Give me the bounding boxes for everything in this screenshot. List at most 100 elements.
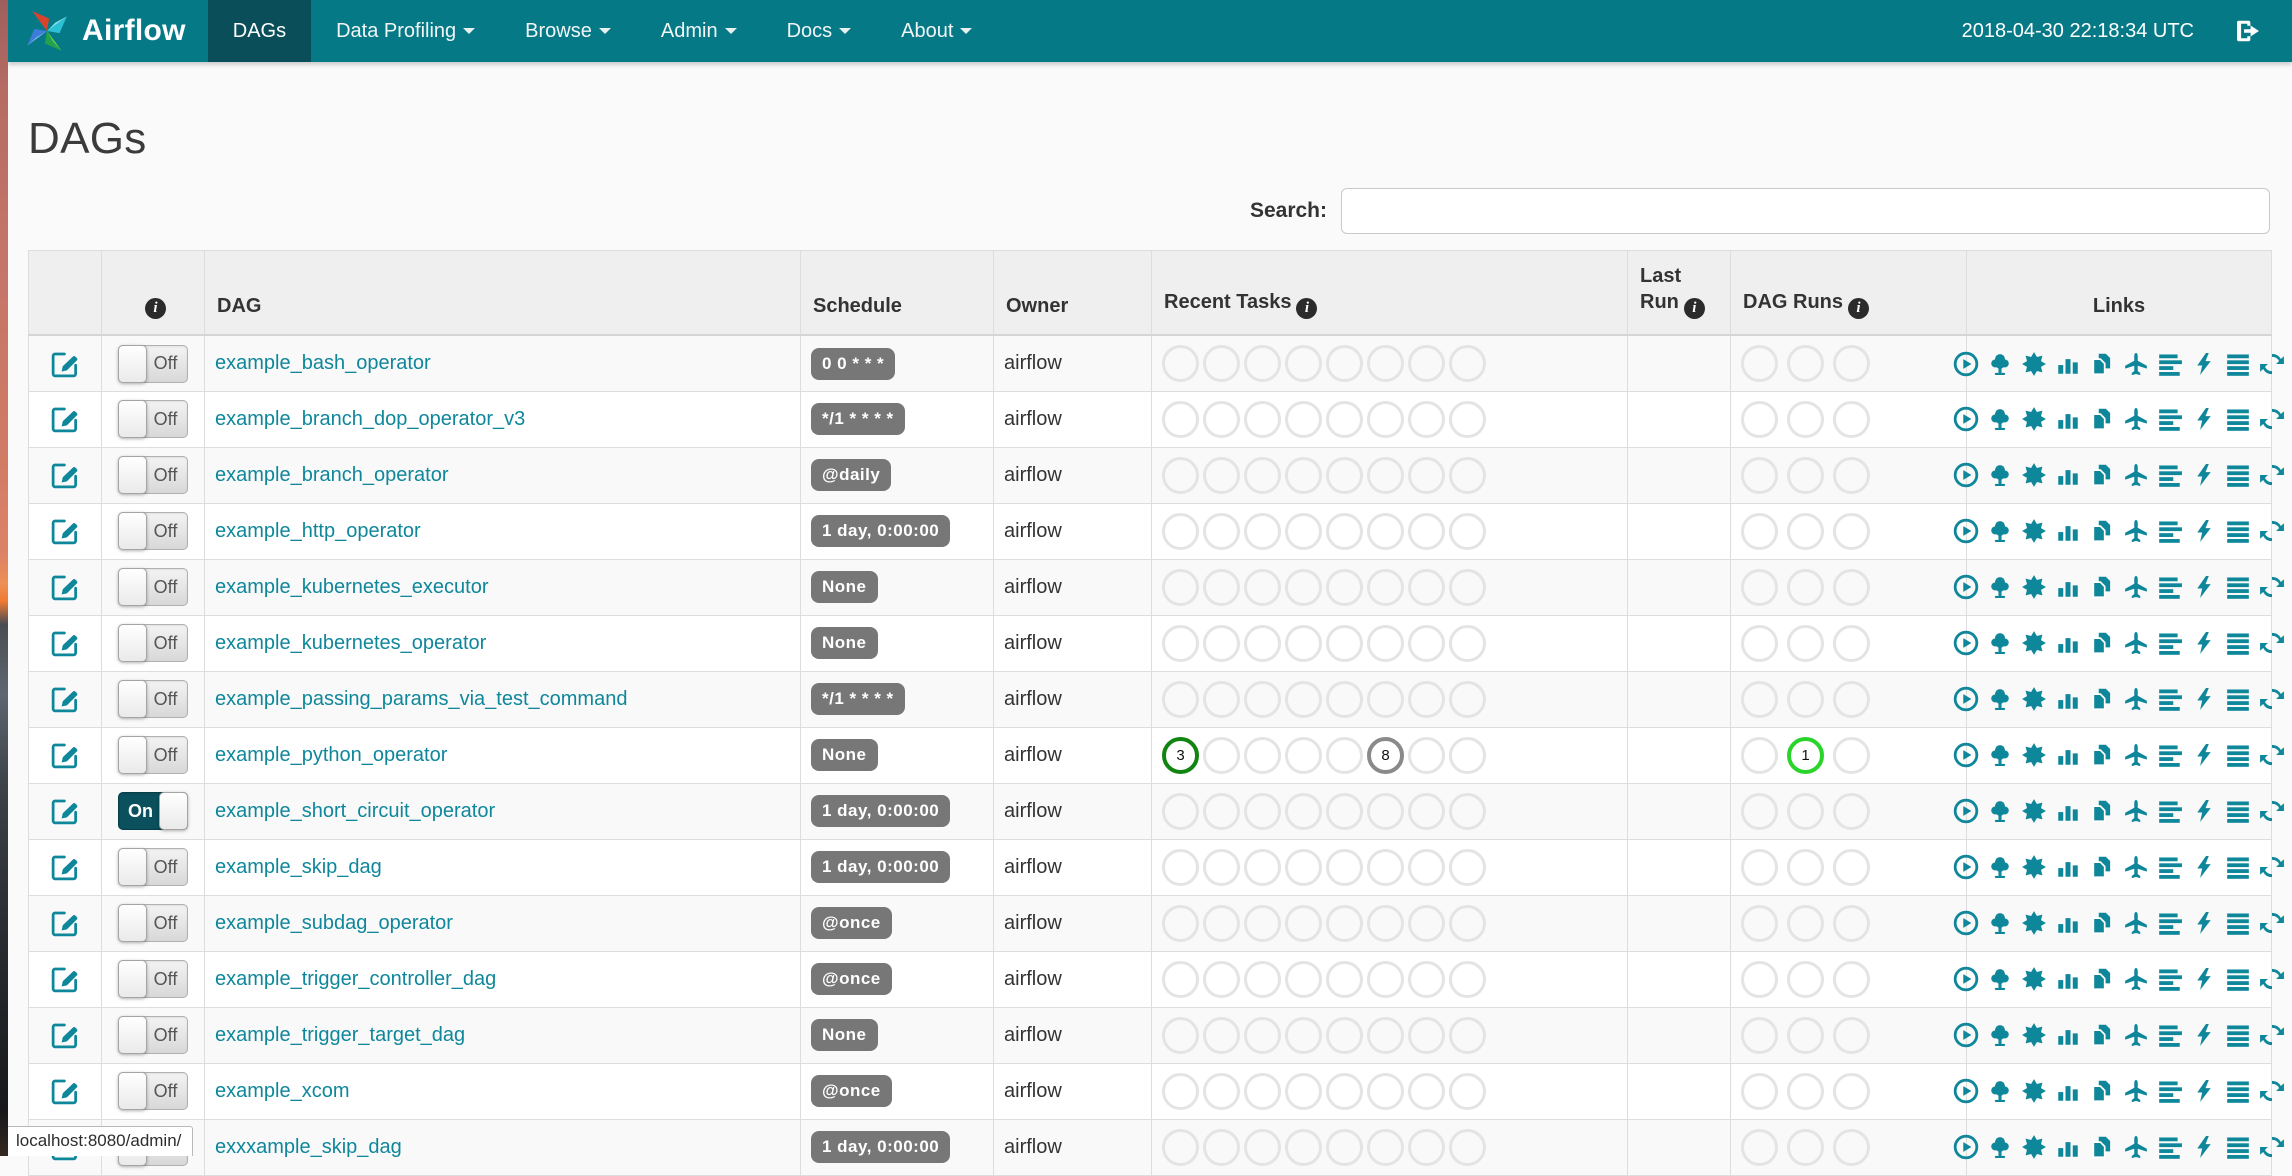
dag-link[interactable]: example_skip_dag	[215, 856, 382, 878]
edit-dag-icon[interactable]	[50, 908, 80, 938]
schedule-badge[interactable]: 1 day, 0:00:00	[811, 515, 951, 548]
trigger-dag-icon[interactable]	[1953, 1134, 1979, 1160]
graph-view-icon[interactable]	[2021, 686, 2047, 712]
landing-times-icon[interactable]	[2123, 406, 2149, 432]
task-tries-icon[interactable]	[2089, 630, 2115, 656]
trigger-dag-icon[interactable]	[1953, 854, 1979, 880]
details-icon[interactable]	[2225, 798, 2251, 824]
task-duration-icon[interactable]	[2055, 1022, 2081, 1048]
dag-pause-toggle[interactable]: Off	[118, 904, 188, 943]
gantt-icon[interactable]	[2157, 854, 2183, 880]
gantt-icon[interactable]	[2157, 742, 2183, 768]
dag-link[interactable]: example_subdag_operator	[215, 912, 453, 934]
task-duration-icon[interactable]	[2055, 462, 2081, 488]
schedule-badge[interactable]: None	[811, 571, 878, 604]
graph-view-icon[interactable]	[2021, 574, 2047, 600]
task-duration-icon[interactable]	[2055, 966, 2081, 992]
nav-item-admin[interactable]: Admin	[636, 0, 762, 62]
nav-item-data-profiling[interactable]: Data Profiling	[311, 0, 500, 62]
search-input[interactable]	[1341, 188, 2270, 234]
dag-pause-toggle[interactable]: Off	[118, 1072, 188, 1111]
schedule-badge[interactable]: None	[811, 739, 878, 772]
task-tries-icon[interactable]	[2089, 910, 2115, 936]
tree-view-icon[interactable]	[1987, 630, 2013, 656]
trigger-dag-icon[interactable]	[1953, 630, 1979, 656]
refresh-icon[interactable]	[2259, 1134, 2285, 1160]
refresh-icon[interactable]	[2259, 518, 2285, 544]
trigger-dag-icon[interactable]	[1953, 686, 1979, 712]
tree-view-icon[interactable]	[1987, 351, 2013, 377]
trigger-dag-icon[interactable]	[1953, 1078, 1979, 1104]
task-tries-icon[interactable]	[2089, 1078, 2115, 1104]
dag-pause-toggle[interactable]: Off	[118, 456, 188, 495]
trigger-dag-icon[interactable]	[1953, 966, 1979, 992]
gantt-icon[interactable]	[2157, 1078, 2183, 1104]
dag-link[interactable]: example_http_operator	[215, 520, 421, 542]
code-icon[interactable]	[2191, 686, 2217, 712]
dag-pause-toggle[interactable]: Off	[118, 680, 188, 719]
task-duration-icon[interactable]	[2055, 630, 2081, 656]
dag-link[interactable]: example_trigger_target_dag	[215, 1024, 465, 1046]
dag-link[interactable]: example_trigger_controller_dag	[215, 968, 496, 990]
task-duration-icon[interactable]	[2055, 1134, 2081, 1160]
gantt-icon[interactable]	[2157, 630, 2183, 656]
graph-view-icon[interactable]	[2021, 462, 2047, 488]
graph-view-icon[interactable]	[2021, 742, 2047, 768]
task-tries-icon[interactable]	[2089, 798, 2115, 824]
gantt-icon[interactable]	[2157, 798, 2183, 824]
landing-times-icon[interactable]	[2123, 910, 2149, 936]
refresh-icon[interactable]	[2259, 462, 2285, 488]
dag-pause-toggle[interactable]: Off	[118, 400, 188, 439]
details-icon[interactable]	[2225, 630, 2251, 656]
landing-times-icon[interactable]	[2123, 798, 2149, 824]
refresh-icon[interactable]	[2259, 574, 2285, 600]
schedule-badge[interactable]: 1 day, 0:00:00	[811, 851, 951, 884]
code-icon[interactable]	[2191, 574, 2217, 600]
refresh-icon[interactable]	[2259, 686, 2285, 712]
gantt-icon[interactable]	[2157, 462, 2183, 488]
tree-view-icon[interactable]	[1987, 518, 2013, 544]
task-tries-icon[interactable]	[2089, 462, 2115, 488]
landing-times-icon[interactable]	[2123, 574, 2149, 600]
details-icon[interactable]	[2225, 351, 2251, 377]
code-icon[interactable]	[2191, 966, 2217, 992]
refresh-icon[interactable]	[2259, 742, 2285, 768]
graph-view-icon[interactable]	[2021, 854, 2047, 880]
dag-link[interactable]: example_short_circuit_operator	[215, 800, 495, 822]
task-tries-icon[interactable]	[2089, 854, 2115, 880]
code-icon[interactable]	[2191, 1078, 2217, 1104]
trigger-dag-icon[interactable]	[1953, 351, 1979, 377]
refresh-icon[interactable]	[2259, 1078, 2285, 1104]
landing-times-icon[interactable]	[2123, 742, 2149, 768]
schedule-badge[interactable]: 1 day, 0:00:00	[811, 1131, 951, 1164]
code-icon[interactable]	[2191, 1022, 2217, 1048]
task-tries-icon[interactable]	[2089, 406, 2115, 432]
dag-link[interactable]: example_branch_operator	[215, 464, 449, 486]
dag-link[interactable]: example_xcom	[215, 1080, 350, 1102]
trigger-dag-icon[interactable]	[1953, 742, 1979, 768]
dag-pause-toggle[interactable]: Off	[118, 1016, 188, 1055]
task-tries-icon[interactable]	[2089, 742, 2115, 768]
trigger-dag-icon[interactable]	[1953, 406, 1979, 432]
details-icon[interactable]	[2225, 406, 2251, 432]
details-icon[interactable]	[2225, 462, 2251, 488]
gantt-icon[interactable]	[2157, 574, 2183, 600]
tree-view-icon[interactable]	[1987, 742, 2013, 768]
details-icon[interactable]	[2225, 1078, 2251, 1104]
task-tries-icon[interactable]	[2089, 351, 2115, 377]
edit-dag-icon[interactable]	[50, 684, 80, 714]
dag-link[interactable]: example_kubernetes_operator	[215, 632, 486, 654]
graph-view-icon[interactable]	[2021, 1022, 2047, 1048]
gantt-icon[interactable]	[2157, 406, 2183, 432]
schedule-badge[interactable]: @once	[811, 1075, 892, 1108]
task-duration-icon[interactable]	[2055, 686, 2081, 712]
code-icon[interactable]	[2191, 351, 2217, 377]
refresh-icon[interactable]	[2259, 351, 2285, 377]
dag-link[interactable]: example_bash_operator	[215, 352, 431, 374]
gantt-icon[interactable]	[2157, 1022, 2183, 1048]
edit-dag-icon[interactable]	[50, 460, 80, 490]
landing-times-icon[interactable]	[2123, 1022, 2149, 1048]
task-state-circle[interactable]: 8	[1367, 736, 1404, 774]
edit-dag-icon[interactable]	[50, 1020, 80, 1050]
tree-view-icon[interactable]	[1987, 854, 2013, 880]
